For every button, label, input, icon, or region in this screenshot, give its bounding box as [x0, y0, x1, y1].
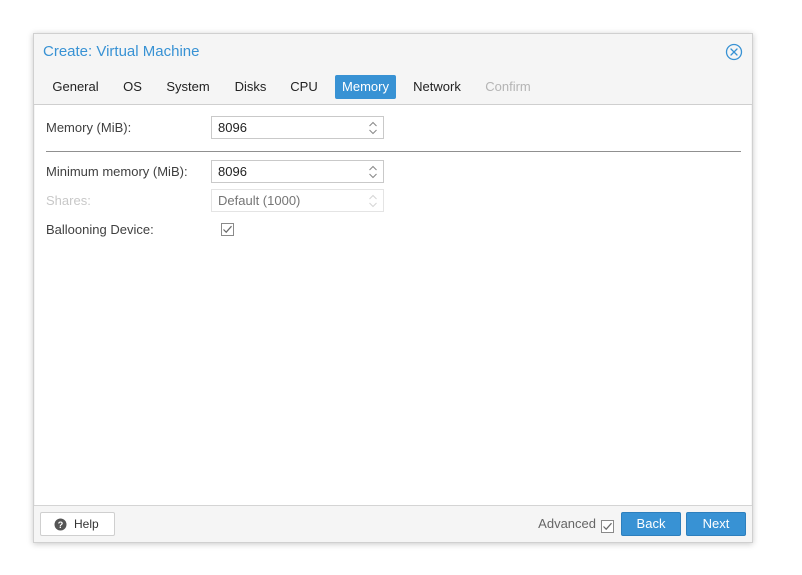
- tab-disks[interactable]: Disks: [227, 75, 274, 99]
- tab-general[interactable]: General: [44, 75, 107, 99]
- create-vm-dialog: Create: Virtual Machine General OS Syste…: [33, 33, 753, 543]
- ballooning-row: Ballooning Device:: [46, 218, 346, 242]
- shares-input: [212, 190, 362, 211]
- help-button[interactable]: ? Help: [40, 512, 115, 536]
- tab-system[interactable]: System: [158, 75, 218, 99]
- advanced-label: Advanced: [538, 516, 596, 531]
- dialog-footer: ? Help Advanced Back Next: [34, 505, 752, 542]
- close-icon[interactable]: [725, 43, 743, 61]
- ballooning-label: Ballooning Device:: [46, 222, 154, 237]
- section-divider: [46, 151, 741, 152]
- question-circle-icon: ?: [54, 518, 67, 531]
- tab-os[interactable]: OS: [116, 75, 149, 99]
- tab-cpu[interactable]: CPU: [283, 75, 325, 99]
- tab-confirm: Confirm: [485, 79, 531, 94]
- advanced-checkbox[interactable]: [601, 517, 614, 533]
- shares-spinner: [211, 189, 384, 212]
- dialog-title: Create: Virtual Machine: [43, 43, 200, 60]
- dialog-titlebar: Create: Virtual Machine: [34, 34, 752, 70]
- memory-label: Memory (MiB):: [46, 120, 132, 135]
- memory-spinner[interactable]: [211, 116, 384, 139]
- memory-panel: Memory (MiB): Minimum memory (MiB):: [35, 105, 751, 505]
- shares-label: Shares:: [46, 193, 91, 208]
- ballooning-checkbox[interactable]: [221, 223, 234, 236]
- memory-input[interactable]: [212, 117, 362, 138]
- chevron-up-down-icon[interactable]: [367, 119, 379, 137]
- minimum-memory-label: Minimum memory (MiB):: [46, 164, 188, 179]
- tab-network[interactable]: Network: [406, 75, 468, 99]
- minimum-memory-input[interactable]: [212, 161, 362, 182]
- tab-memory[interactable]: Memory: [335, 75, 396, 99]
- next-button[interactable]: Next: [686, 512, 746, 536]
- svg-text:?: ?: [58, 520, 64, 530]
- wizard-tabs: General OS System Disks CPU Memory Netwo…: [34, 75, 752, 99]
- back-button[interactable]: Back: [621, 512, 681, 536]
- chevron-up-down-icon: [367, 192, 379, 210]
- minimum-memory-spinner[interactable]: [211, 160, 384, 183]
- chevron-up-down-icon[interactable]: [367, 163, 379, 181]
- help-label: Help: [74, 517, 99, 531]
